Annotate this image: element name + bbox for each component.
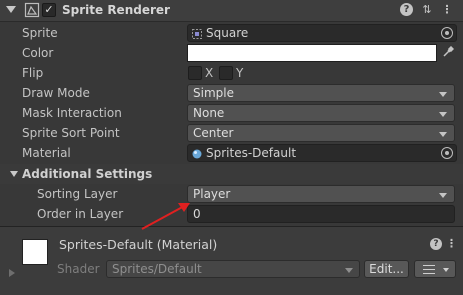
additional-settings-foldout[interactable]: Additional Settings <box>0 164 463 184</box>
chevron-down-icon <box>345 268 353 273</box>
sorting-layer-label: Sorting Layer <box>37 187 118 201</box>
sprite-sort-point-row: Sprite Sort Point Center <box>0 123 463 143</box>
sprite-label: Sprite <box>22 26 58 40</box>
flip-x-checkbox[interactable] <box>188 66 202 80</box>
material-inspector-section: Sprites-Default (Material) ? ⋮ Shader Sp… <box>0 227 463 295</box>
material-asset-icon <box>192 149 202 159</box>
sprite-row: Sprite Square <box>0 23 463 43</box>
presets-icon[interactable]: ⇅ <box>420 3 434 17</box>
material-section-title: Sprites-Default (Material) <box>59 237 218 252</box>
sprite-renderer-icon <box>24 2 40 18</box>
sprite-value: Square <box>206 26 249 40</box>
order-in-layer-value: 0 <box>193 207 201 221</box>
component-enabled-checkbox[interactable]: ✓ <box>42 3 56 17</box>
order-in-layer-label: Order in Layer <box>37 207 124 221</box>
flip-y-label: Y <box>236 66 244 80</box>
object-picker-icon[interactable] <box>441 27 453 39</box>
foldout-arrow-icon[interactable] <box>10 171 18 177</box>
shader-dropdown[interactable]: Sprites/Default <box>106 260 360 278</box>
sorting-layer-value: Player <box>193 187 231 201</box>
component-title: Sprite Renderer <box>62 3 170 17</box>
mask-interaction-row: Mask Interaction None <box>0 103 463 123</box>
context-menu-icon[interactable]: ⋮ <box>440 3 454 17</box>
draw-mode-dropdown[interactable]: Simple <box>187 84 455 102</box>
sprite-field[interactable]: Square <box>187 24 457 42</box>
material-preview-swatch <box>22 239 48 265</box>
sprite-asset-icon <box>192 29 202 39</box>
chevron-down-icon <box>439 92 447 97</box>
flip-label: Flip <box>22 66 44 80</box>
draw-mode-label: Draw Mode <box>22 86 90 100</box>
order-in-layer-input[interactable]: 0 <box>187 205 455 223</box>
help-icon[interactable]: ? <box>400 3 413 16</box>
sprite-sort-point-value: Center <box>193 126 234 140</box>
chevron-down-icon <box>439 132 447 137</box>
chevron-down-icon <box>439 193 447 198</box>
shader-label: Shader <box>57 262 100 276</box>
component-header[interactable]: ✓ Sprite Renderer ? ⇅ ⋮ <box>0 0 463 22</box>
additional-settings-title: Additional Settings <box>22 167 153 181</box>
material-value: Sprites-Default <box>206 146 297 160</box>
color-swatch[interactable] <box>187 44 437 62</box>
material-row: Material Sprites-Default <box>0 143 463 163</box>
sorting-layer-row: Sorting Layer Player <box>0 184 463 204</box>
object-picker-icon[interactable] <box>441 147 453 159</box>
eyedropper-icon[interactable] <box>441 45 455 60</box>
material-field[interactable]: Sprites-Default <box>187 144 457 162</box>
draw-mode-value: Simple <box>193 86 234 100</box>
mask-interaction-value: None <box>193 106 225 120</box>
help-icon[interactable]: ? <box>430 238 442 250</box>
sprite-sort-point-dropdown[interactable]: Center <box>187 124 455 142</box>
color-label: Color <box>22 46 54 60</box>
material-label: Material <box>22 146 71 160</box>
order-in-layer-row: Order in Layer 0 <box>0 204 463 224</box>
inspector-panel: ✓ Sprite Renderer ? ⇅ ⋮ Sprite Square Co… <box>0 0 463 295</box>
mask-interaction-dropdown[interactable]: None <box>187 104 455 122</box>
flip-y-checkbox[interactable] <box>219 66 233 80</box>
list-icon <box>423 265 435 274</box>
flip-row: Flip X Y <box>0 63 463 83</box>
chevron-down-icon <box>439 112 447 117</box>
foldout-arrow-icon[interactable] <box>6 6 16 13</box>
context-menu-icon[interactable]: ⋮ <box>446 237 457 250</box>
sprite-sort-point-label: Sprite Sort Point <box>22 126 120 140</box>
chevron-down-icon <box>443 268 449 272</box>
draw-mode-row: Draw Mode Simple <box>0 83 463 103</box>
shader-options-button[interactable] <box>414 260 456 278</box>
sorting-layer-dropdown[interactable]: Player <box>187 185 455 203</box>
foldout-arrow-icon[interactable] <box>9 269 15 277</box>
edit-shader-button[interactable]: Edit... <box>364 260 409 278</box>
mask-interaction-label: Mask Interaction <box>22 106 122 120</box>
shader-value: Sprites/Default <box>112 262 202 276</box>
flip-x-label: X <box>205 66 214 80</box>
color-row: Color <box>0 43 463 63</box>
